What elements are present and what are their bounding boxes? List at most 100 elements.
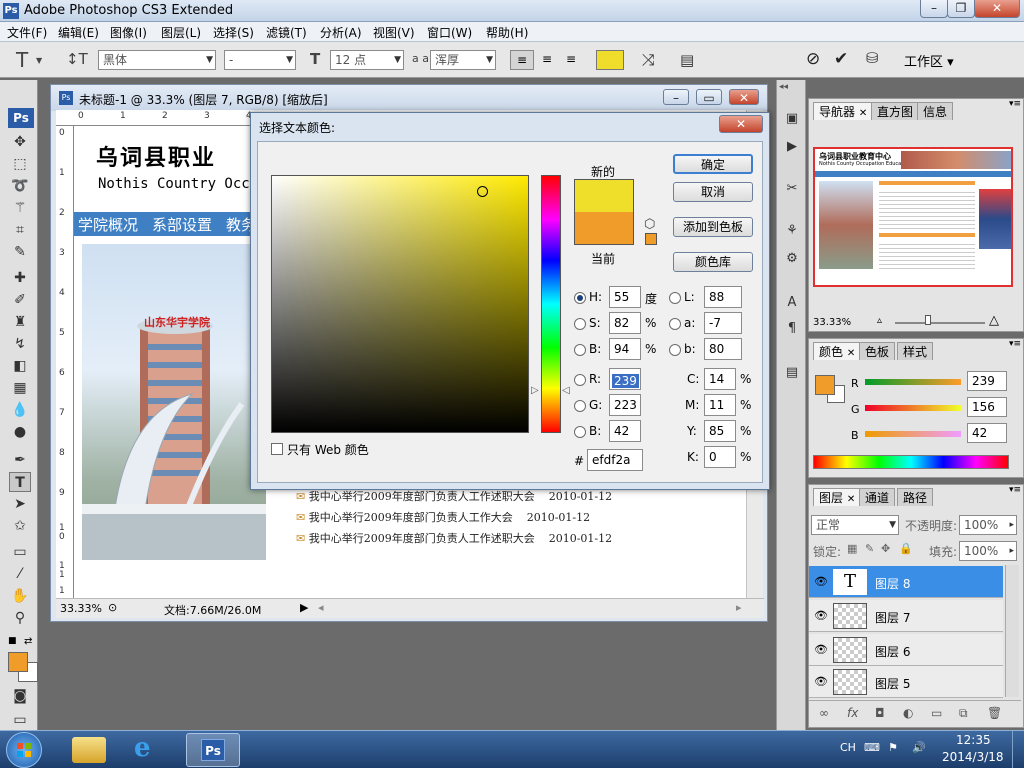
s-radio[interactable]	[574, 318, 586, 330]
g-input[interactable]: 223	[609, 394, 641, 416]
tool-presets-icon[interactable]: ✂	[780, 178, 804, 200]
out-of-gamut-cube-icon[interactable]: ⬡	[644, 217, 655, 232]
text-color-swatch[interactable]	[596, 50, 624, 70]
minimize-button[interactable]: –	[920, 0, 948, 18]
align-left-button[interactable]: ≡	[510, 50, 534, 70]
web-safe-swatch[interactable]	[645, 233, 657, 245]
character-panel-dock-icon[interactable]: A	[780, 292, 804, 314]
tray-flag-icon[interactable]: ⚑	[888, 741, 898, 754]
crop-tool-icon[interactable]: ⌗	[9, 220, 31, 240]
magic-wand-tool-icon[interactable]: ⚚	[9, 198, 31, 218]
align-center-button[interactable]: ≡	[536, 50, 558, 70]
tab-swatches[interactable]: 色板	[859, 342, 896, 360]
menu-window[interactable]: 窗口(W)	[427, 24, 472, 41]
eyedropper-tool-icon[interactable]: ⁄	[9, 564, 31, 584]
opacity-input[interactable]: 100% ▸	[959, 515, 1017, 535]
warp-text-icon[interactable]: ⤨	[642, 50, 655, 70]
new-group-icon[interactable]: ▭	[931, 706, 942, 720]
layer-comps-icon[interactable]: ▤	[780, 362, 804, 384]
h-radio[interactable]	[574, 292, 586, 304]
r-input[interactable]: 239	[609, 368, 641, 390]
character-panel-icon[interactable]: ▤	[680, 51, 694, 69]
actions-panel-icon[interactable]: ▶	[780, 136, 804, 158]
layers-scrollbar[interactable]	[1005, 565, 1019, 697]
blue-input[interactable]: 42	[609, 420, 641, 442]
color-field-cursor[interactable]	[477, 186, 488, 197]
cancel-edit-icon[interactable]: ⊘	[806, 49, 820, 69]
language-indicator[interactable]: CH	[840, 741, 856, 754]
tab-close-icon[interactable]: ✕	[847, 348, 855, 359]
blend-mode-select[interactable]: 正常 ▼	[811, 515, 899, 535]
move-tool-icon[interactable]: ✥	[9, 132, 31, 152]
zoom-level[interactable]: 33.33%	[60, 602, 102, 615]
delete-layer-icon[interactable]: 🗑	[987, 706, 1002, 720]
marquee-tool-icon[interactable]: ⬚	[9, 154, 31, 174]
blue-radio[interactable]	[574, 426, 586, 438]
color-b-slider[interactable]	[865, 431, 961, 437]
clock-date[interactable]: 2014/3/18	[942, 750, 1004, 764]
gradient-tool-icon[interactable]: ▦	[9, 378, 31, 398]
dialog-close-button[interactable]: ✕	[719, 115, 763, 133]
screen-mode-icon[interactable]: ▭	[9, 710, 31, 730]
doc-maximize-button[interactable]: ▭	[696, 89, 722, 105]
tab-layers[interactable]: 图层 ✕	[813, 488, 862, 506]
g-radio[interactable]	[574, 400, 586, 412]
commit-edit-icon[interactable]: ✔	[834, 49, 848, 69]
a-radio[interactable]	[669, 318, 681, 330]
zoom-in-icon[interactable]: △	[989, 313, 999, 328]
r-radio[interactable]	[574, 374, 586, 386]
k-input[interactable]: 0	[704, 446, 736, 468]
a-input[interactable]: -7	[704, 312, 742, 334]
visibility-eye-icon[interactable]: 👁	[814, 675, 828, 688]
panel-menu-icon[interactable]: ▾≡	[1009, 99, 1021, 109]
color-panel-fg-swatch[interactable]	[815, 375, 835, 395]
hex-input[interactable]: efdf2a	[587, 449, 643, 471]
tray-keyboard-icon[interactable]: ⌨	[864, 741, 880, 754]
scroll-left-icon[interactable]: ◂	[318, 601, 324, 614]
color-field[interactable]	[271, 175, 529, 433]
color-g-slider[interactable]	[865, 405, 961, 411]
menu-layer[interactable]: 图层(L)	[161, 24, 201, 41]
navigator-thumbnail[interactable]: 乌词县职业教育中心 Nothis County Occupation Educa…	[813, 147, 1013, 287]
panel-menu-icon[interactable]: ▾≡	[1009, 485, 1021, 495]
tab-info[interactable]: 信息	[917, 102, 954, 120]
color-r-input[interactable]: 239	[967, 371, 1007, 391]
tab-styles[interactable]: 样式	[897, 342, 934, 360]
slice-tool-icon[interactable]: ✎	[9, 242, 31, 262]
paragraph-panel-icon[interactable]: ¶	[780, 318, 804, 340]
tab-close-icon[interactable]: ✕	[859, 108, 867, 119]
font-family-select[interactable]: 黑体 ▼	[98, 50, 216, 70]
zoom-tool-icon[interactable]: ⚲	[9, 608, 31, 628]
start-button[interactable]	[6, 732, 42, 768]
layer-row[interactable]: 👁 图层 7	[809, 600, 1003, 632]
doc-close-button[interactable]: ✕	[729, 89, 759, 105]
history-brush-tool-icon[interactable]: ↯	[9, 334, 31, 354]
swap-colors-icon[interactable]: ⇄	[24, 636, 32, 647]
lasso-tool-icon[interactable]: ➰	[9, 176, 31, 196]
h-input[interactable]: 55	[609, 286, 641, 308]
menu-help[interactable]: 帮助(H)	[486, 24, 528, 41]
visibility-eye-icon[interactable]: 👁	[814, 643, 828, 656]
history-panel-icon[interactable]: ▣	[780, 108, 804, 130]
scroll-right-icon[interactable]: ▸	[736, 601, 742, 614]
healing-brush-tool-icon[interactable]: ✚	[9, 268, 31, 288]
new-layer-icon[interactable]: ⧉	[959, 706, 968, 721]
layer-row[interactable]: 👁 图层 6	[809, 634, 1003, 666]
visibility-eye-icon[interactable]: 👁	[814, 575, 828, 588]
explorer-icon[interactable]	[72, 737, 106, 763]
current-color-swatch[interactable]	[574, 212, 634, 245]
dodge-tool-icon[interactable]: ●	[9, 422, 31, 442]
lock-pixels-icon[interactable]: ✎	[865, 542, 874, 555]
brushes-panel-icon[interactable]: ⚘	[780, 220, 804, 242]
eraser-tool-icon[interactable]: ◧	[9, 356, 31, 376]
tab-histogram[interactable]: 直方图	[871, 102, 920, 120]
web-only-checkbox[interactable]	[271, 443, 283, 455]
hand-tool-icon[interactable]: ✋	[9, 586, 31, 606]
menu-select[interactable]: 选择(S)	[213, 24, 254, 41]
add-mask-icon[interactable]: ◘	[875, 706, 885, 720]
menu-file[interactable]: 文件(F)	[7, 24, 47, 41]
menu-edit[interactable]: 编辑(E)	[58, 24, 99, 41]
blur-tool-icon[interactable]: 💧	[9, 400, 31, 420]
align-right-button[interactable]: ≡	[560, 50, 582, 70]
link-layers-icon[interactable]: ∞	[819, 706, 829, 720]
